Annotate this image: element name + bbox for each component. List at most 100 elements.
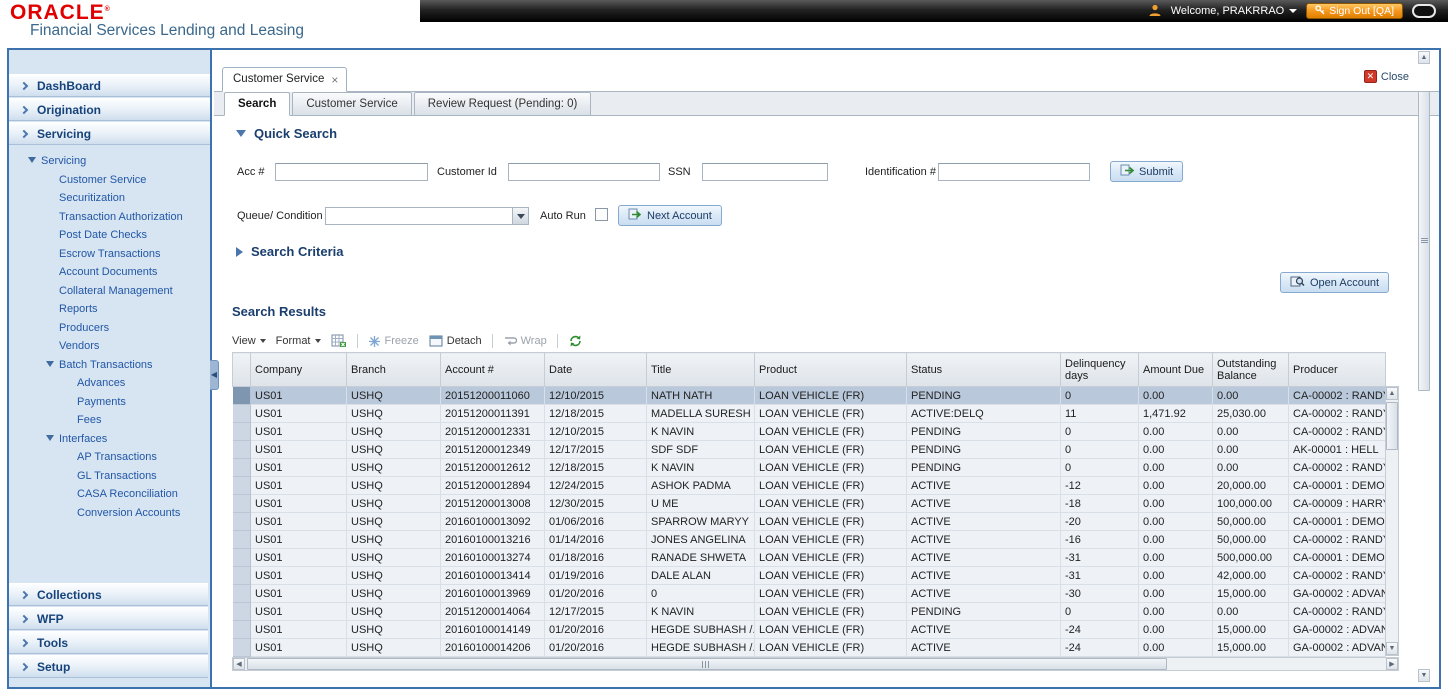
submit-button[interactable]: Submit xyxy=(1110,161,1184,182)
sidebar-item-dashboard[interactable]: DashBoard xyxy=(9,74,210,97)
table-row[interactable]: US01 USHQ 20160100013969 01/20/2016 0 LOAN VE… xyxy=(232,584,1386,603)
table-row[interactable]: US01 USHQ 20160100013274 01/18/2016 RANADE S… xyxy=(232,548,1386,567)
ssn-input[interactable] xyxy=(702,163,828,181)
row-handle[interactable] xyxy=(232,530,251,549)
identification-input[interactable] xyxy=(938,163,1090,181)
window-tab-customer-service[interactable]: Customer Service × xyxy=(222,67,348,92)
row-handle[interactable] xyxy=(232,638,251,657)
section-collapsed-icon[interactable] xyxy=(236,246,243,257)
page-vscroll-thumb[interactable] xyxy=(1418,91,1430,391)
format-menu-button[interactable]: Format xyxy=(276,335,321,347)
table-vertical-scrollbar[interactable]: ▲ ▼ xyxy=(1385,386,1399,656)
table-vscroll-thumb[interactable] xyxy=(1386,402,1398,450)
acc-number-input[interactable] xyxy=(275,163,428,181)
table-row[interactable]: US01 USHQ 20151200012331 12/10/2015 K NAVIN L… xyxy=(232,422,1386,441)
table-hscroll-thumb[interactable] xyxy=(247,658,1167,670)
column-header-branch[interactable]: Branch xyxy=(346,352,441,387)
tree-item-fees[interactable]: Fees xyxy=(9,411,210,430)
tree-item-collateral-management[interactable]: Collateral Management xyxy=(9,282,210,301)
sidebar-item-tools[interactable]: Tools xyxy=(9,631,208,654)
table-row[interactable]: US01 USHQ 20151200012894 12/24/2015 ASHOK PA… xyxy=(232,476,1386,495)
open-account-button[interactable]: Open Account xyxy=(1280,272,1390,293)
column-header-date[interactable]: Date xyxy=(544,352,647,387)
tree-item-escrow-transactions[interactable]: Escrow Transactions xyxy=(9,245,210,264)
row-handle[interactable] xyxy=(232,458,251,477)
table-row[interactable]: US01 USHQ 20151200011391 12/18/2015 MADELLA … xyxy=(232,404,1386,423)
table-row[interactable]: US01 USHQ 20160100014149 01/20/2016 HEGDE SU… xyxy=(232,620,1386,639)
section-expanded-icon[interactable] xyxy=(236,130,246,137)
row-handle[interactable] xyxy=(232,512,251,531)
wrap-button[interactable]: Wrap xyxy=(503,335,547,347)
column-header-title[interactable]: Title xyxy=(646,352,755,387)
detach-button[interactable]: Detach xyxy=(429,335,482,347)
view-menu-button[interactable]: View xyxy=(232,335,266,347)
scroll-down-arrow[interactable]: ▼ xyxy=(1418,669,1430,682)
column-header-delinquency-days[interactable]: Delinquency days xyxy=(1060,352,1139,387)
close-button[interactable]: ✕ Close xyxy=(1363,70,1409,83)
sidebar-item-origination[interactable]: Origination xyxy=(9,98,210,121)
scroll-left-arrow[interactable]: ◀ xyxy=(233,658,245,670)
column-header-producer[interactable]: Producer xyxy=(1288,352,1386,387)
column-header-account-[interactable]: Account # xyxy=(440,352,545,387)
row-handle[interactable] xyxy=(232,566,251,585)
table-row[interactable]: US01 USHQ 20160100013216 01/14/2016 JONES AN… xyxy=(232,530,1386,549)
auto-run-checkbox[interactable] xyxy=(595,208,608,221)
select-dropdown-button[interactable] xyxy=(512,208,528,224)
export-button[interactable] xyxy=(331,334,347,348)
row-handle[interactable] xyxy=(232,620,251,639)
row-handle[interactable] xyxy=(232,584,251,603)
row-handle[interactable] xyxy=(232,602,251,621)
welcome-user-menu[interactable]: Welcome, PRAKRRAO xyxy=(1171,5,1298,17)
quick-search-header[interactable]: Quick Search xyxy=(236,126,337,141)
table-row[interactable]: US01 USHQ 20151200012612 12/18/2015 K NAVIN L… xyxy=(232,458,1386,477)
sidebar-item-wfp[interactable]: WFP xyxy=(9,607,208,630)
row-handle[interactable] xyxy=(232,386,251,405)
row-handle[interactable] xyxy=(232,476,251,495)
tab-review-request[interactable]: Review Request (Pending: 0) xyxy=(413,92,592,115)
tree-item-producers[interactable]: Producers xyxy=(9,319,210,338)
tree-item-conversion-accounts[interactable]: Conversion Accounts xyxy=(9,504,210,523)
refresh-button[interactable] xyxy=(568,334,583,348)
tree-item-casa-reconciliation[interactable]: CASA Reconciliation xyxy=(9,485,210,504)
freeze-button[interactable]: Freeze xyxy=(368,335,419,348)
sidebar-collapse-handle[interactable]: ◀ xyxy=(210,360,219,390)
column-header-company[interactable]: Company xyxy=(250,352,347,387)
search-criteria-header[interactable]: Search Criteria xyxy=(236,244,344,259)
tree-item-advances[interactable]: Advances xyxy=(9,374,210,393)
table-horizontal-scrollbar[interactable]: ◀ ▶ xyxy=(232,657,1399,671)
tab-close-icon[interactable]: × xyxy=(331,74,338,86)
table-row[interactable]: US01 USHQ 20151200012349 12/17/2015 SDF SDF L… xyxy=(232,440,1386,459)
tree-item-account-documents[interactable]: Account Documents xyxy=(9,263,210,282)
sidebar-item-servicing[interactable]: Servicing xyxy=(9,122,210,145)
table-row[interactable]: US01 USHQ 20151200014064 12/17/2015 K NAVIN L… xyxy=(232,602,1386,621)
column-header-status[interactable]: Status xyxy=(906,352,1061,387)
row-handle[interactable] xyxy=(232,494,251,513)
tree-item-batch-transactions[interactable]: Batch Transactions xyxy=(9,356,210,375)
scroll-up-arrow[interactable]: ▲ xyxy=(1386,387,1398,400)
table-row[interactable]: US01 USHQ 20160100013092 01/06/2016 SPARROW … xyxy=(232,512,1386,531)
sign-out-button[interactable]: Sign Out [QA] xyxy=(1306,3,1403,19)
row-handle[interactable] xyxy=(232,440,251,459)
column-header-outstanding-balance[interactable]: Outstanding Balance xyxy=(1212,352,1289,387)
scroll-up-arrow[interactable]: ▲ xyxy=(1418,51,1430,64)
scroll-right-arrow[interactable]: ▶ xyxy=(1386,658,1398,670)
node-expanded-icon[interactable] xyxy=(46,434,54,441)
column-header-amount-due[interactable]: Amount Due xyxy=(1138,352,1213,387)
tree-item-gl-transactions[interactable]: GL Transactions xyxy=(9,467,210,486)
next-account-button[interactable]: Next Account xyxy=(618,205,722,226)
tree-item-servicing[interactable]: Servicing xyxy=(9,152,210,171)
page-vertical-scrollbar[interactable]: ▲ ▼ xyxy=(1417,51,1431,682)
tree-item-reports[interactable]: Reports xyxy=(9,300,210,319)
tree-item-securitization[interactable]: Securitization xyxy=(9,189,210,208)
queue-condition-select[interactable] xyxy=(325,207,529,225)
table-row[interactable]: US01 USHQ 20160100013414 01/19/2016 DALE ALA… xyxy=(232,566,1386,585)
tree-item-transaction-authorization[interactable]: Transaction Authorization xyxy=(9,208,210,227)
sidebar-item-setup[interactable]: Setup xyxy=(9,655,208,678)
column-header-product[interactable]: Product xyxy=(754,352,907,387)
row-handle[interactable] xyxy=(232,548,251,567)
table-row[interactable]: US01 USHQ 20160100014206 01/20/2016 HEGDE SU… xyxy=(232,638,1386,657)
tree-item-post-date-checks[interactable]: Post Date Checks xyxy=(9,226,210,245)
table-row[interactable]: US01 USHQ 20151200011060 12/10/2015 NATH NAT… xyxy=(232,386,1386,405)
tree-item-customer-service[interactable]: Customer Service xyxy=(9,171,210,190)
tab-search[interactable]: Search xyxy=(224,92,291,116)
